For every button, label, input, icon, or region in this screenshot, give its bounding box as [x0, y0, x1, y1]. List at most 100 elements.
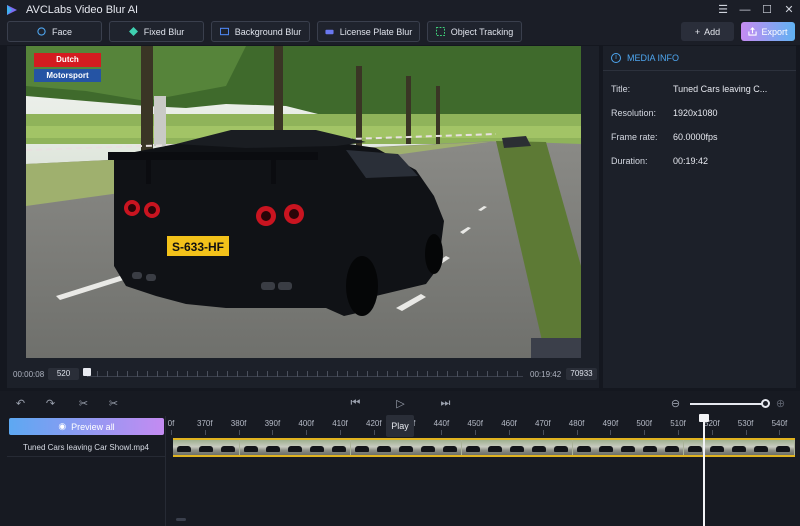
current-time: 00:00:08 — [13, 370, 45, 379]
thumbnail-car — [465, 446, 480, 452]
frame-rate-value: 60.0000fps — [673, 132, 718, 142]
zoom-out-icon[interactable]: ⊖ — [669, 397, 682, 410]
clip-thumbnail — [306, 440, 329, 455]
info-icon: i — [611, 53, 621, 63]
ruler-label: 440f — [433, 419, 450, 428]
fixed-blur-label: Fixed Blur — [143, 26, 185, 37]
thumbnail-car — [487, 446, 502, 452]
logo-line-1: Dutch — [34, 53, 101, 67]
ruler-tick — [745, 430, 747, 435]
thumbnail-car — [177, 446, 191, 452]
split-icon[interactable]: ✂ — [77, 397, 90, 410]
media-info-header: i MEDIA INFO — [603, 46, 796, 71]
logo-line-2: Motorsport — [34, 69, 101, 82]
ruler-label: 480f — [568, 419, 585, 428]
minimize-button[interactable]: — — [734, 0, 756, 19]
clip-thumbnail — [328, 440, 351, 455]
thumbnail-car — [421, 446, 436, 452]
thumbnail-car — [732, 446, 746, 452]
clip-thumbnail — [350, 440, 373, 455]
clip-thumbnail — [483, 440, 506, 455]
clip-thumbnail — [772, 440, 795, 455]
ruler-label: 410f — [332, 419, 348, 428]
add-button[interactable]: + Add — [681, 22, 734, 41]
ruler-label: 460f — [501, 419, 517, 428]
ruler-label: 500f — [636, 419, 652, 428]
thumbnail-car — [665, 446, 680, 452]
app-logo-icon — [7, 4, 17, 15]
scrubber-handle[interactable] — [83, 368, 91, 376]
clip-thumbnail — [395, 440, 417, 455]
clip-thumbnail — [528, 440, 551, 455]
video-frame[interactable]: S-633-HF Dutch Motorsport — [26, 46, 581, 358]
playhead-handle[interactable] — [699, 414, 709, 422]
clip-thumbnail — [705, 440, 728, 455]
ruler-label: 530f — [737, 419, 754, 428]
zoom-in-icon[interactable]: ⊕ — [774, 397, 787, 410]
clip-track[interactable] — [173, 438, 795, 457]
close-button[interactable]: ✕ — [778, 0, 800, 19]
export-button[interactable]: Export — [741, 22, 795, 41]
thumbnail-car — [554, 446, 569, 452]
ruler-tick — [441, 430, 443, 435]
current-frame-input[interactable]: 520 — [48, 368, 79, 380]
ruler-tick — [238, 430, 240, 435]
maximize-button[interactable]: ☐ — [756, 0, 778, 19]
fixed-blur-button[interactable]: Fixed Blur — [109, 21, 204, 42]
next-frame-icon[interactable]: ⏭ — [439, 397, 452, 410]
background-blur-label: Background Blur — [234, 26, 302, 37]
redo-icon[interactable]: ↷ — [44, 397, 57, 410]
license-plate-blur-button[interactable]: License Plate Blur — [317, 21, 420, 42]
ruler-label: 0f — [167, 419, 175, 428]
fixed-blur-icon — [128, 27, 138, 36]
object-tracking-button[interactable]: Object Tracking — [427, 21, 522, 42]
ruler-tick — [610, 430, 612, 435]
timeline-scrollbar[interactable] — [176, 518, 186, 521]
ruler-tick — [576, 430, 578, 435]
play-tooltip: Play — [386, 415, 414, 437]
thumbnail-car — [199, 446, 214, 452]
clip-thumbnail — [284, 440, 306, 455]
play-icon[interactable]: ▷ — [394, 397, 407, 410]
previous-frame-icon[interactable]: ⏮ — [349, 397, 362, 410]
ruler-tick — [779, 430, 781, 435]
video-image: S-633-HF — [26, 46, 581, 358]
clip-thumbnail — [195, 440, 218, 455]
menu-icon[interactable]: ☰ — [712, 0, 734, 19]
background-blur-button[interactable]: Background Blur — [211, 21, 310, 42]
preview-all-button[interactable]: ◉ Preview all — [9, 418, 164, 435]
background-blur-icon — [219, 27, 229, 36]
ruler-tick — [644, 430, 646, 435]
preview-all-label: Preview all — [71, 421, 115, 432]
ruler-label: 390f — [264, 419, 281, 428]
zoom-slider-handle[interactable] — [761, 399, 770, 408]
end-frame-input[interactable]: 70933 — [566, 368, 597, 380]
thumbnail-car — [687, 446, 702, 452]
toolbar: Face Fixed Blur Background Blur License … — [0, 19, 800, 45]
thumbnail-car — [510, 446, 524, 452]
clip-thumbnail — [261, 440, 284, 455]
ruler-label: 450f — [467, 419, 483, 428]
playhead[interactable] — [703, 414, 705, 526]
timeline-controls: ↶ ↷ ✂ ✂ ⏮ ▷ ⏭ ⊖ ⊕ — [0, 391, 800, 416]
thumbnail-car — [443, 446, 458, 452]
face-mode-button[interactable]: Face — [7, 21, 102, 42]
ruler-tick — [272, 430, 274, 435]
clip-thumbnail — [572, 440, 595, 455]
ruler-label: 420f — [366, 419, 382, 428]
undo-icon[interactable]: ↶ — [14, 397, 27, 410]
cut-icon[interactable]: ✂ — [107, 397, 120, 410]
thumbnail-car — [709, 446, 724, 452]
thumbnail-car — [376, 446, 391, 452]
media-info-title: MEDIA INFO — [627, 53, 680, 63]
eye-icon: ◉ — [58, 421, 67, 431]
clip-name[interactable]: Tuned Cars leaving Car Showl.mp4 — [7, 438, 165, 457]
zoom-slider-track[interactable] — [690, 403, 765, 405]
window-controls: ☰ — ☐ ✕ — [712, 0, 800, 19]
ruler-tick — [171, 430, 172, 435]
thumbnail-car — [776, 446, 791, 452]
ruler-label: 400f — [298, 419, 314, 428]
license-plate-blur-label: License Plate Blur — [339, 26, 413, 37]
ruler-tick — [204, 430, 206, 435]
clip-thumbnail — [217, 440, 240, 455]
